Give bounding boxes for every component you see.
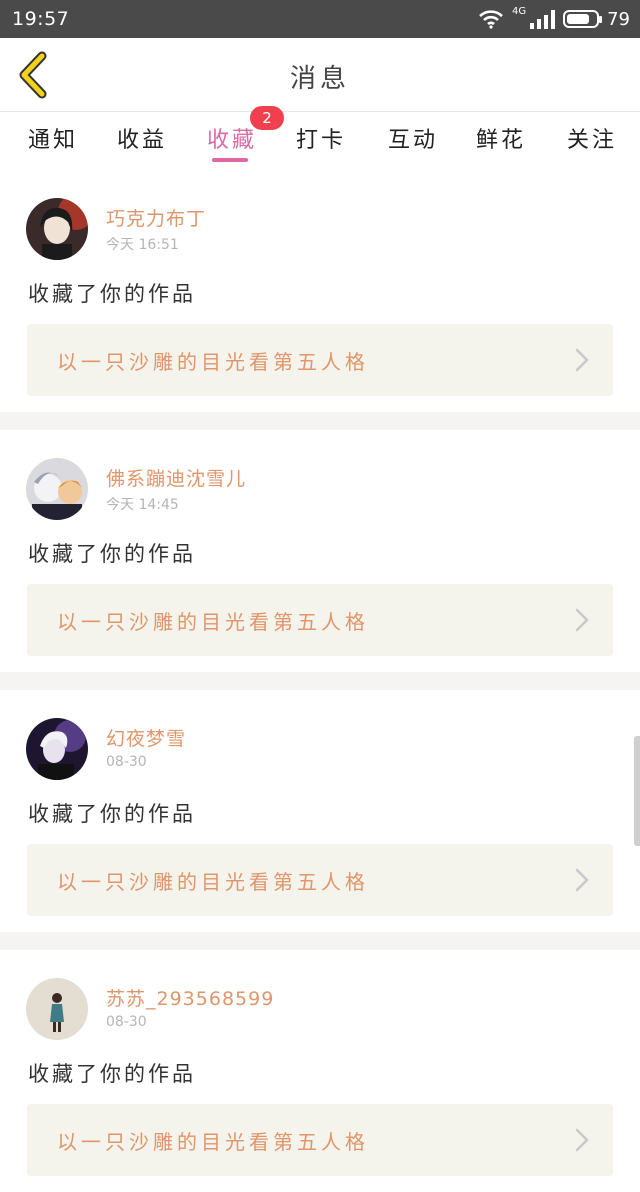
battery-fill <box>567 14 590 24</box>
notification-card: 幻夜梦雪 08-30 收藏了你的作品 以一只沙雕的目光看第五人格 <box>0 690 640 932</box>
username[interactable]: 佛系蹦迪沈雪儿 <box>106 464 246 491</box>
tab-favorites[interactable]: 收藏 <box>207 122 257 154</box>
timestamp: 08-30 <box>106 1014 147 1030</box>
signal-icon <box>530 9 556 29</box>
active-tab-indicator <box>212 158 248 162</box>
status-time: 19:57 <box>12 8 70 30</box>
work-title: 以一只沙雕的目光看第五人格 <box>57 350 369 374</box>
work-title: 以一只沙雕的目光看第五人格 <box>57 610 369 634</box>
avatar[interactable] <box>26 718 88 780</box>
chevron-right-icon <box>575 608 589 632</box>
tab-checkin[interactable]: 打卡 <box>296 122 346 154</box>
battery-percent: 79 <box>607 8 630 30</box>
tab-bar: 通知 收益 收藏 2 打卡 互动 鲜花 关注 <box>0 106 640 170</box>
tab-notifications[interactable]: 通知 <box>28 122 78 154</box>
status-icons: 4G 79 <box>478 6 630 32</box>
wifi-icon <box>479 10 503 29</box>
status-bar: 19:57 4G 79 <box>0 0 640 38</box>
tab-interactions[interactable]: 互动 <box>388 122 438 154</box>
avatar[interactable] <box>26 978 88 1040</box>
work-link[interactable]: 以一只沙雕的目光看第五人格 <box>27 584 613 656</box>
timestamp: 今天 16:51 <box>106 237 179 253</box>
work-title: 以一只沙雕的目光看第五人格 <box>57 1130 369 1154</box>
chevron-right-icon <box>575 348 589 372</box>
notification-card: 巧克力布丁 今天 16:51 收藏了你的作品 以一只沙雕的目光看第五人格 <box>0 170 640 412</box>
unread-badge: 2 <box>250 106 284 130</box>
action-text: 收藏了你的作品 <box>28 542 196 566</box>
avatar[interactable] <box>26 458 88 520</box>
network-type: 4G <box>511 5 527 17</box>
timestamp: 08-30 <box>106 754 147 770</box>
notification-card: 佛系蹦迪沈雪儿 今天 14:45 收藏了你的作品 以一只沙雕的目光看第五人格 <box>0 430 640 672</box>
work-link[interactable]: 以一只沙雕的目光看第五人格 <box>27 1104 613 1176</box>
battery-icon <box>563 10 603 28</box>
action-text: 收藏了你的作品 <box>28 282 196 306</box>
chevron-right-icon <box>575 868 589 892</box>
username[interactable]: 苏苏_293568599 <box>106 984 274 1011</box>
tab-earnings[interactable]: 收益 <box>117 122 167 154</box>
page-title: 消息 <box>289 64 350 94</box>
action-text: 收藏了你的作品 <box>28 1062 196 1086</box>
tab-flowers[interactable]: 鲜花 <box>476 122 526 154</box>
timestamp: 今天 14:45 <box>106 497 179 513</box>
work-title: 以一只沙雕的目光看第五人格 <box>57 870 369 894</box>
notification-card: 苏苏_293568599 08-30 收藏了你的作品 以一只沙雕的目光看第五人格 <box>0 950 640 1192</box>
app-header: 消息 <box>0 38 640 112</box>
tab-follows[interactable]: 关注 <box>567 122 617 154</box>
action-text: 收藏了你的作品 <box>28 802 196 826</box>
work-link[interactable]: 以一只沙雕的目光看第五人格 <box>27 324 613 396</box>
username[interactable]: 巧克力布丁 <box>106 204 206 231</box>
username[interactable]: 幻夜梦雪 <box>106 724 186 751</box>
chevron-right-icon <box>575 1128 589 1152</box>
work-link[interactable]: 以一只沙雕的目光看第五人格 <box>27 844 613 916</box>
avatar[interactable] <box>26 198 88 260</box>
tab-favorites-label: 收藏 <box>207 128 258 153</box>
scrollbar[interactable] <box>634 736 640 846</box>
